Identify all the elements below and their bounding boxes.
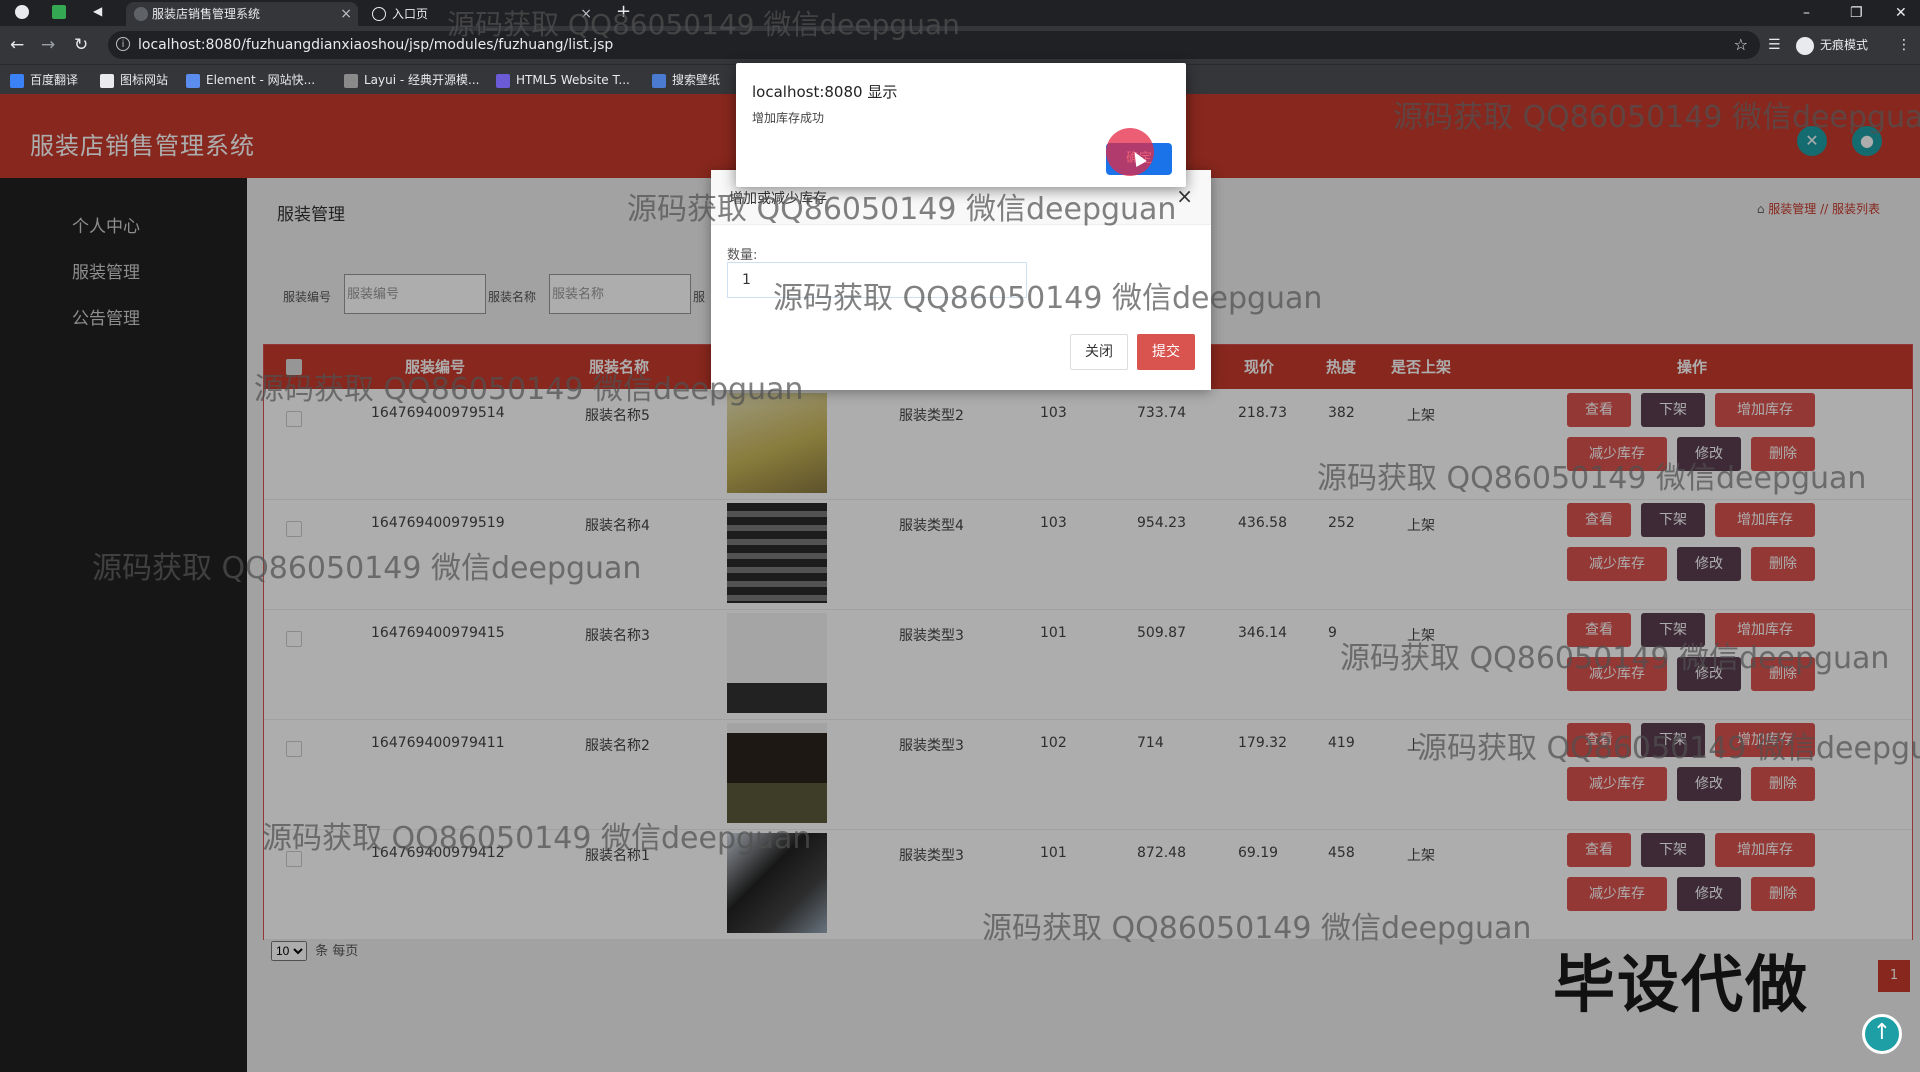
stock-dialog: 增加或减少库存 × 数量: 1 关闭 提交 [711, 170, 1211, 390]
app-tab-icon[interactable] [52, 5, 66, 19]
quantity-label: 数量: [727, 248, 758, 263]
layui-icon [344, 73, 358, 88]
alert-title: localhost:8080 显示 [752, 83, 898, 101]
wallpaper-icon [652, 73, 666, 88]
tab-close-icon[interactable]: × [340, 2, 352, 26]
bookmark-item[interactable]: 图标网站 [100, 65, 168, 95]
flag-icon [100, 73, 114, 88]
bookmark-item[interactable]: 百度翻译 [10, 65, 78, 95]
minimize-icon[interactable]: – [1803, 0, 1810, 26]
mute-icon[interactable]: ◀ [93, 4, 102, 18]
new-tab-button[interactable]: + [616, 0, 631, 24]
browser-toolbar: ← → ↻ i localhost:8080/fuzhuangdianxiaos… [0, 26, 1920, 64]
dialog-submit-button[interactable]: 提交 [1137, 334, 1195, 370]
bookmark-item[interactable]: Layui - 经典开源模... [344, 65, 479, 95]
info-icon[interactable]: i [116, 37, 130, 51]
translate-icon [10, 73, 24, 88]
promo-text: 毕设代做 [1553, 948, 1810, 1021]
forward-icon[interactable]: → [41, 35, 55, 55]
bookmark-item[interactable]: HTML5 Website T... [496, 65, 630, 95]
tab-favicon-icon [134, 7, 148, 21]
alert-message: 增加库存成功 [752, 111, 825, 125]
reading-list-icon[interactable]: ☰ [1768, 35, 1781, 55]
tab-close-icon[interactable]: × [580, 2, 592, 26]
click-indicator [1106, 128, 1154, 176]
restore-icon[interactable]: ❐ [1850, 0, 1863, 26]
browser-menu-icon[interactable] [15, 5, 29, 19]
reload-icon[interactable]: ↻ [74, 35, 88, 55]
tab-active[interactable]: 服装店销售管理系统 × [126, 2, 358, 26]
html5-icon [496, 73, 510, 88]
globe-icon [372, 7, 386, 21]
browser-alert: localhost:8080 显示 增加库存成功 确定 [736, 63, 1186, 187]
tab-title: 入口页 [392, 7, 429, 21]
quantity-input[interactable]: 1 [727, 262, 1027, 298]
incognito-label: 无痕模式 [1820, 38, 1869, 52]
dialog-title: 增加或减少库存 [729, 191, 827, 207]
window-close-icon[interactable]: ✕ [1895, 0, 1907, 26]
bookmark-item[interactable]: Element - 网站快... [186, 65, 315, 95]
tab-title: 服装店销售管理系统 [152, 7, 261, 21]
bookmark-star-icon[interactable]: ☆ [1734, 31, 1748, 59]
element-icon [186, 73, 200, 88]
bookmark-item[interactable]: 搜索壁纸 [652, 65, 720, 95]
back-icon[interactable]: ← [10, 35, 24, 55]
address-bar[interactable]: i localhost:8080/fuzhuangdianxiaoshou/js… [108, 31, 1760, 59]
incognito-indicator[interactable]: 无痕模式 [1796, 33, 1868, 57]
tab-entry[interactable]: 入口页 × [366, 2, 598, 26]
incognito-icon [1796, 36, 1814, 55]
more-menu-icon[interactable]: ⋮ [1897, 35, 1911, 55]
browser-tab-bar: ◀ 服装店销售管理系统 × 入口页 × + – ❐ ✕ [0, 0, 1920, 26]
back-to-top-icon[interactable]: ↑ [1862, 1014, 1902, 1054]
dialog-close-icon[interactable]: × [1176, 184, 1193, 208]
dialog-close-button[interactable]: 关闭 [1070, 334, 1128, 370]
url-text[interactable]: localhost:8080/fuzhuangdianxiaoshou/jsp/… [138, 31, 613, 59]
